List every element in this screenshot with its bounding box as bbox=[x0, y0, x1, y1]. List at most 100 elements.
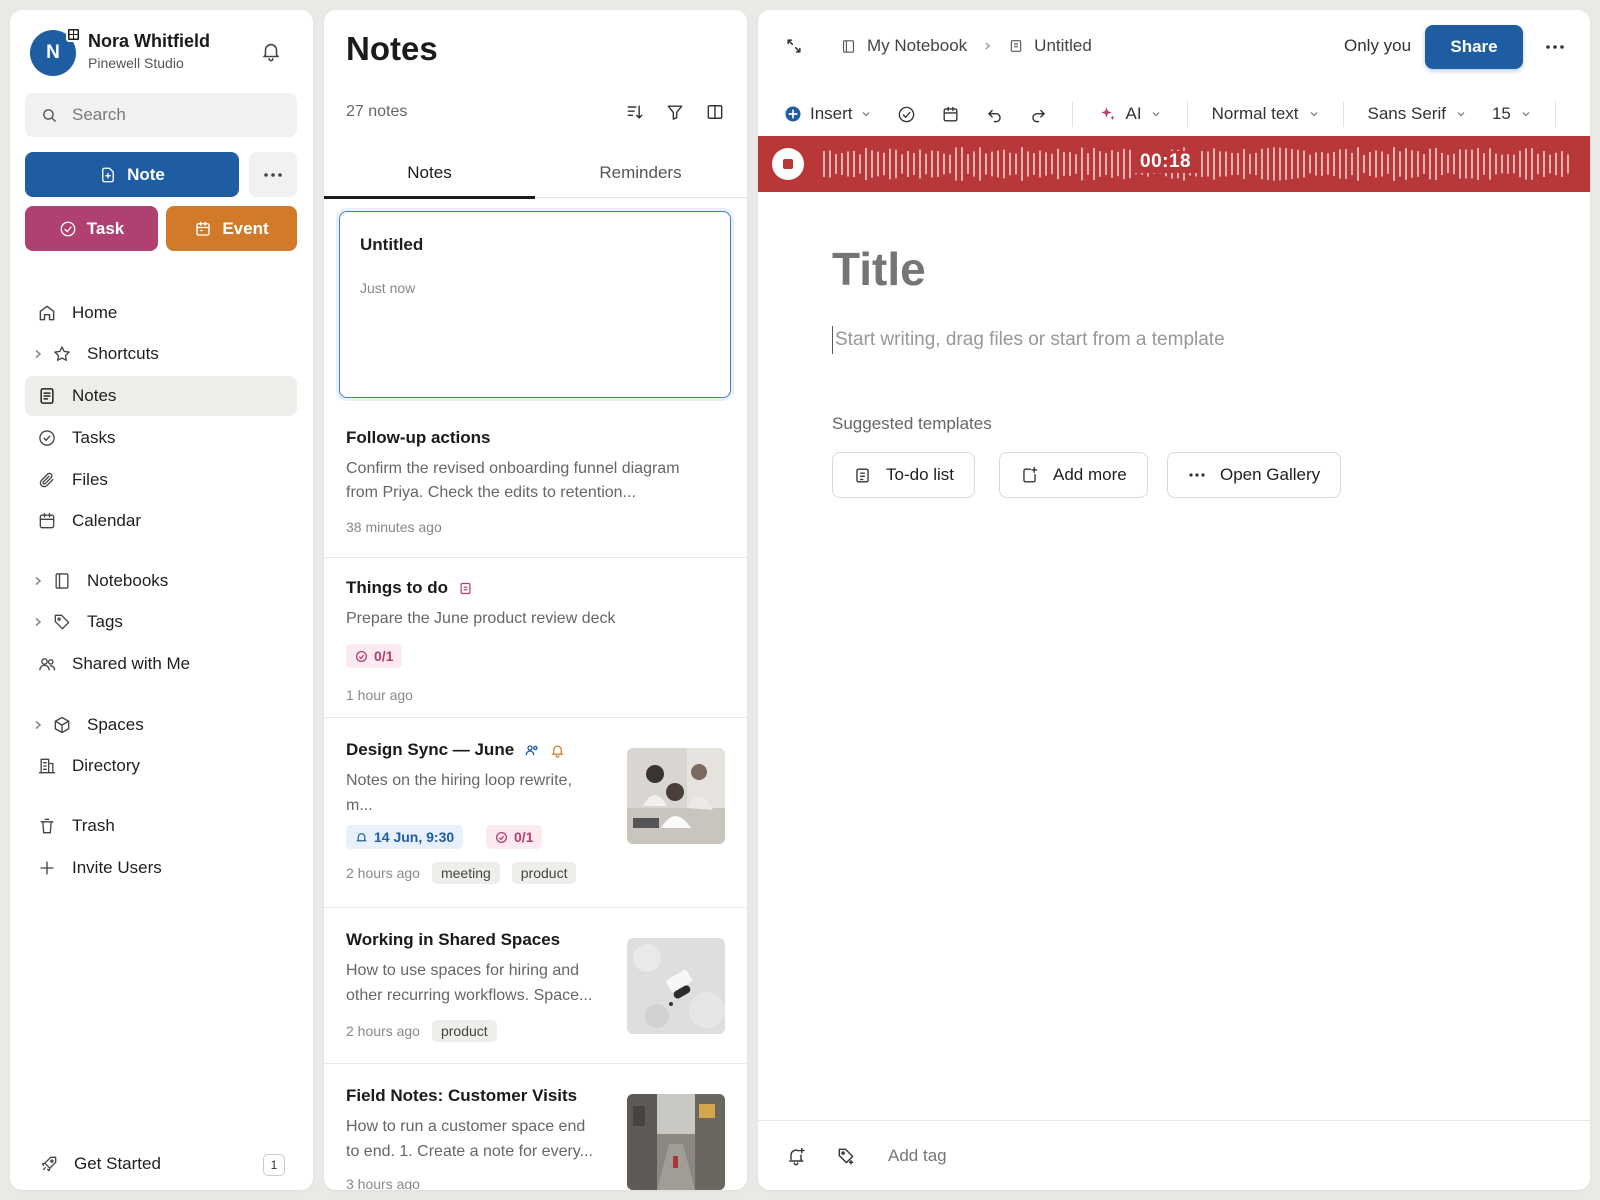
reminder-add-icon[interactable] bbox=[786, 1146, 806, 1166]
nav-trash[interactable]: Trash bbox=[25, 806, 297, 846]
notes-tabs: Notes Reminders bbox=[324, 148, 747, 199]
get-started[interactable]: Get Started 1 bbox=[25, 1144, 297, 1184]
chevron-down-icon bbox=[1521, 109, 1531, 119]
people-icon bbox=[35, 654, 59, 674]
note-card-selected[interactable]: Untitled Just now bbox=[339, 211, 731, 398]
nav-shared-with-me[interactable]: Shared with Me bbox=[25, 644, 297, 684]
share-button[interactable]: Share bbox=[1425, 25, 1523, 69]
note-time: Just now bbox=[360, 280, 416, 296]
format-toolbar: Insert AI Normal text Sans Serif 15 bbox=[758, 86, 1590, 142]
nav-directory[interactable]: Directory bbox=[25, 746, 297, 786]
visibility-label[interactable]: Only you bbox=[1344, 36, 1411, 56]
add-tag-input[interactable] bbox=[888, 1145, 1109, 1166]
recording-bar: 00:18 bbox=[758, 136, 1590, 192]
search-box[interactable] bbox=[25, 93, 297, 137]
task-check-icon[interactable] bbox=[897, 105, 916, 124]
notes-toolbar bbox=[625, 102, 725, 122]
toolbar-divider bbox=[1186, 101, 1188, 127]
tag-add-icon[interactable] bbox=[836, 1146, 856, 1166]
split-view-icon[interactable] bbox=[705, 102, 725, 122]
nav-home[interactable]: Home bbox=[25, 293, 297, 333]
doc-plus-icon bbox=[1020, 466, 1039, 485]
editor-bottombar bbox=[758, 1120, 1590, 1190]
tag-chip[interactable]: meeting bbox=[431, 862, 500, 884]
search-input[interactable] bbox=[72, 105, 272, 125]
nav-calendar[interactable]: Calendar bbox=[25, 501, 297, 541]
chevron-right-icon[interactable] bbox=[28, 349, 48, 359]
redo-icon[interactable] bbox=[1029, 105, 1048, 124]
nav-tasks[interactable]: Tasks bbox=[25, 418, 297, 458]
calendar-icon[interactable] bbox=[941, 105, 960, 124]
font-family-dropdown[interactable]: Sans Serif bbox=[1368, 104, 1466, 124]
collapse-icon[interactable] bbox=[784, 36, 804, 56]
chevron-right-icon[interactable] bbox=[28, 617, 48, 627]
font-size-label: 15 bbox=[1491, 104, 1511, 123]
note-time-text: 3 hours ago bbox=[346, 1176, 420, 1190]
font-size-dropdown[interactable]: 15 bbox=[1492, 104, 1531, 124]
template-add-more-button[interactable]: Add more bbox=[999, 452, 1148, 498]
template-todo-button[interactable]: To-do list bbox=[832, 452, 976, 498]
nav-notebooks[interactable]: Notebooks bbox=[25, 561, 297, 601]
nav-notes[interactable]: Notes bbox=[25, 376, 297, 416]
notifications-bell-icon[interactable] bbox=[260, 40, 282, 62]
nav-spaces[interactable]: Spaces bbox=[25, 705, 297, 745]
new-event-button[interactable]: Event bbox=[166, 206, 297, 251]
checklist-doc-icon bbox=[853, 466, 872, 485]
title-input[interactable] bbox=[832, 242, 1432, 296]
template-add-more-label: Add more bbox=[1053, 465, 1127, 484]
nav-shared-label: Shared with Me bbox=[72, 654, 191, 673]
toolbar-divider bbox=[1554, 101, 1556, 127]
nav-tags[interactable]: Tags bbox=[25, 602, 297, 642]
note-time: 38 minutes ago bbox=[346, 519, 442, 535]
avatar[interactable]: N bbox=[30, 27, 81, 76]
note-card[interactable]: Things to do Prepare the June product re… bbox=[324, 558, 747, 718]
chevron-right-icon[interactable] bbox=[28, 720, 48, 730]
breadcrumb-note[interactable]: Untitled bbox=[1034, 36, 1092, 56]
get-started-label: Get Started bbox=[74, 1154, 161, 1173]
nav-invite-users[interactable]: Invite Users bbox=[25, 848, 297, 888]
chevron-right-icon[interactable] bbox=[28, 576, 48, 586]
more-options-icon[interactable] bbox=[1545, 44, 1565, 50]
notes-icon bbox=[35, 386, 59, 406]
note-title: Field Notes: Customer Visits bbox=[346, 1086, 578, 1105]
tag-chip[interactable]: product bbox=[431, 1020, 497, 1042]
task-progress-text: 0/1 bbox=[374, 648, 394, 664]
nav-invite-label: Invite Users bbox=[72, 858, 162, 877]
note-meta: 2 hours ago meeting product bbox=[346, 862, 577, 884]
note-meta: 2 hours ago product bbox=[346, 1020, 497, 1042]
insert-dropdown[interactable]: Insert bbox=[784, 104, 871, 124]
nav-files[interactable]: Files bbox=[25, 460, 297, 500]
new-note-button[interactable]: Note bbox=[25, 152, 239, 197]
user-name[interactable]: Nora Whitfield bbox=[88, 31, 210, 52]
note-snippet: from Priya. Check the edits to retention… bbox=[346, 484, 636, 501]
body-editor[interactable]: Start writing, drag files or start from … bbox=[832, 326, 1225, 354]
sort-icon[interactable] bbox=[625, 102, 645, 122]
tag-icon bbox=[50, 612, 74, 632]
ai-dropdown[interactable]: AI bbox=[1099, 104, 1161, 124]
filter-icon[interactable] bbox=[665, 102, 685, 122]
new-task-button[interactable]: Task bbox=[25, 206, 158, 251]
stop-recording-button[interactable] bbox=[772, 148, 804, 180]
note-card[interactable]: Design Sync — June Notes on the hiring l… bbox=[324, 718, 747, 908]
note-snippet: How to use spaces for hiring and bbox=[346, 962, 580, 979]
text-style-dropdown[interactable]: Normal text bbox=[1212, 104, 1319, 124]
new-task-label: Task bbox=[86, 218, 125, 238]
note-time-text: 2 hours ago bbox=[346, 1023, 420, 1039]
note-card[interactable]: Working in Shared Spaces How to use spac… bbox=[324, 908, 747, 1064]
recording-timer: 00:18 bbox=[1134, 151, 1198, 173]
nav-notebooks-label: Notebooks bbox=[87, 571, 169, 590]
tag-chip[interactable]: product bbox=[511, 862, 577, 884]
note-card[interactable]: Follow-up actions Confirm the revised on… bbox=[324, 408, 747, 558]
template-gallery-button[interactable]: Open Gallery bbox=[1167, 452, 1342, 498]
undo-icon[interactable] bbox=[985, 105, 1004, 124]
more-create-button[interactable] bbox=[249, 152, 297, 197]
task-check-icon bbox=[495, 831, 508, 844]
breadcrumb-notebook[interactable]: My Notebook bbox=[867, 36, 967, 56]
tab-reminders[interactable]: Reminders bbox=[535, 148, 746, 198]
workspace-badge-icon bbox=[66, 27, 81, 42]
note-snippet: to end. 1. Create a note for every... bbox=[346, 1143, 593, 1160]
tab-notes[interactable]: Notes bbox=[324, 148, 535, 199]
note-card[interactable]: Field Notes: Customer Visits How to run … bbox=[324, 1064, 747, 1190]
nav-shortcuts[interactable]: Shortcuts bbox=[25, 334, 297, 374]
star-icon bbox=[50, 344, 74, 364]
